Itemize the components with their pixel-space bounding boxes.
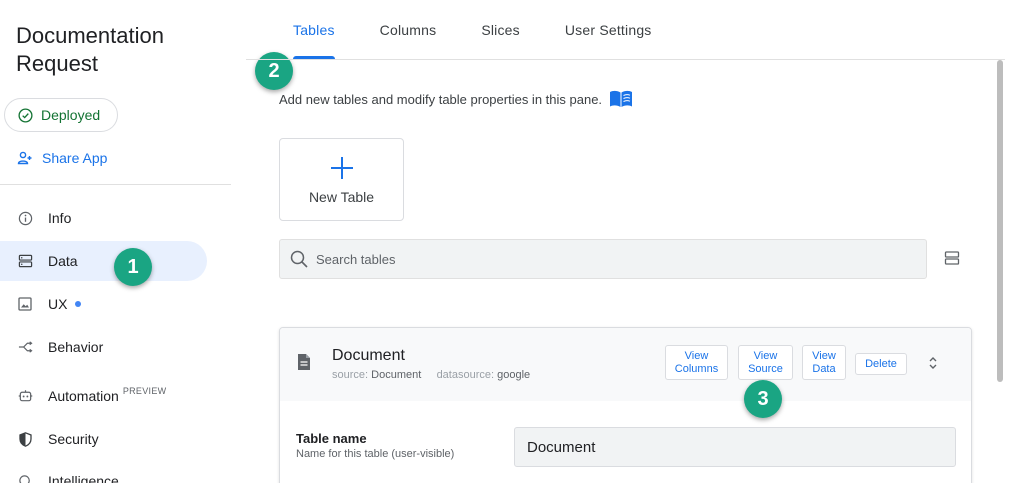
step-badge-3: 3 — [744, 380, 782, 418]
new-table-button[interactable]: New Table — [279, 138, 404, 221]
datasource-label: datasource: — [436, 369, 495, 381]
sidebar-item-label: Behavior — [48, 339, 104, 355]
view-toggle-icon[interactable] — [944, 250, 960, 266]
info-icon — [17, 210, 33, 226]
view-source-button[interactable]: View Source — [738, 345, 793, 380]
sidebar-item-automation[interactable]: Automation PREVIEW — [0, 376, 207, 416]
tab-columns[interactable]: Columns — [380, 0, 437, 59]
sidebar-item-behavior[interactable]: Behavior — [0, 327, 207, 367]
button-label-line: View — [753, 349, 778, 362]
table-name-input[interactable] — [514, 427, 956, 467]
sidebar-item-label: UX — [48, 296, 68, 312]
table-card-header[interactable]: Document source: Document datasource: go… — [280, 328, 971, 401]
table-name-field-hint: Name for this table (user-visible) — [296, 448, 455, 460]
preview-tag: PREVIEW — [122, 386, 167, 396]
search-bar — [279, 239, 927, 279]
deployed-label: Deployed — [41, 107, 101, 123]
pane-description: Add new tables and modify table properti… — [279, 90, 633, 108]
view-columns-button[interactable]: View Columns — [665, 345, 728, 380]
share-app-label: Share App — [42, 150, 108, 166]
search-input[interactable] — [316, 251, 896, 267]
search-icon — [290, 250, 308, 268]
sidebar-item-label: Security — [48, 431, 99, 447]
share-app-button[interactable]: Share App — [17, 150, 107, 166]
ux-icon — [17, 296, 33, 312]
tab-user-settings[interactable]: User Settings — [565, 0, 652, 59]
sidebar-item-intelligence[interactable]: Intelligence — [0, 461, 207, 483]
sidebar-item-data[interactable]: Data — [0, 241, 207, 281]
automation-icon — [17, 388, 33, 404]
button-label-line: Columns — [674, 362, 719, 375]
pane-description-text: Add new tables and modify table properti… — [279, 91, 603, 107]
datasource-value: google — [497, 369, 531, 381]
sidebar-item-label: Info — [48, 210, 72, 226]
sidebar-divider — [0, 184, 231, 185]
behavior-icon — [17, 339, 33, 355]
sidebar-item-ux[interactable]: UX — [0, 284, 207, 324]
table-name: Document — [332, 347, 405, 364]
tabs-divider — [246, 59, 1005, 60]
step-badge-1: 1 — [114, 248, 152, 286]
check-circle-icon — [18, 107, 33, 123]
document-icon — [298, 354, 310, 370]
source-value: Document — [371, 369, 422, 381]
tab-slices[interactable]: Slices — [481, 0, 520, 59]
table-name-field-label: Table name — [296, 431, 367, 446]
sidebar-item-label: Automation — [48, 388, 119, 404]
view-data-button[interactable]: View Data — [802, 345, 846, 380]
book-icon[interactable] — [609, 90, 633, 108]
step-badge-2: 2 — [255, 52, 293, 90]
person-add-icon — [17, 151, 32, 165]
scrollbar[interactable] — [997, 60, 1003, 382]
table-card: Document source: Document datasource: go… — [279, 327, 972, 483]
intelligence-icon — [17, 473, 33, 483]
shield-icon — [17, 431, 33, 447]
expand-collapse-icon[interactable] — [927, 354, 939, 372]
sidebar-item-label: Data — [48, 253, 78, 269]
source-label: source: — [332, 369, 369, 381]
button-label-line: View — [812, 349, 836, 362]
sidebar: Documentation Request Deployed Share App… — [0, 0, 231, 483]
button-label-line: View — [684, 349, 709, 362]
plus-icon — [330, 155, 354, 183]
tab-tables[interactable]: Tables — [293, 0, 335, 59]
button-label-line: Data — [812, 362, 836, 375]
deployed-status-chip[interactable]: Deployed — [4, 98, 118, 132]
data-icon — [17, 253, 33, 269]
sidebar-item-security[interactable]: Security — [0, 419, 207, 459]
table-meta: source: Document datasource: google — [332, 369, 530, 381]
app-title: Documentation Request — [16, 23, 164, 76]
sidebar-item-label: Intelligence — [48, 473, 119, 483]
new-table-label: New Table — [308, 188, 375, 205]
unsaved-indicator-dot — [75, 301, 82, 307]
button-label-line: Source — [748, 362, 783, 375]
editor-tabs: Tables Columns Slices User Settings — [293, 0, 697, 59]
delete-button[interactable]: Delete — [855, 353, 907, 375]
table-card-body: Table name Name for this table (user-vis… — [280, 401, 971, 483]
sidebar-item-info[interactable]: Info — [0, 198, 207, 238]
